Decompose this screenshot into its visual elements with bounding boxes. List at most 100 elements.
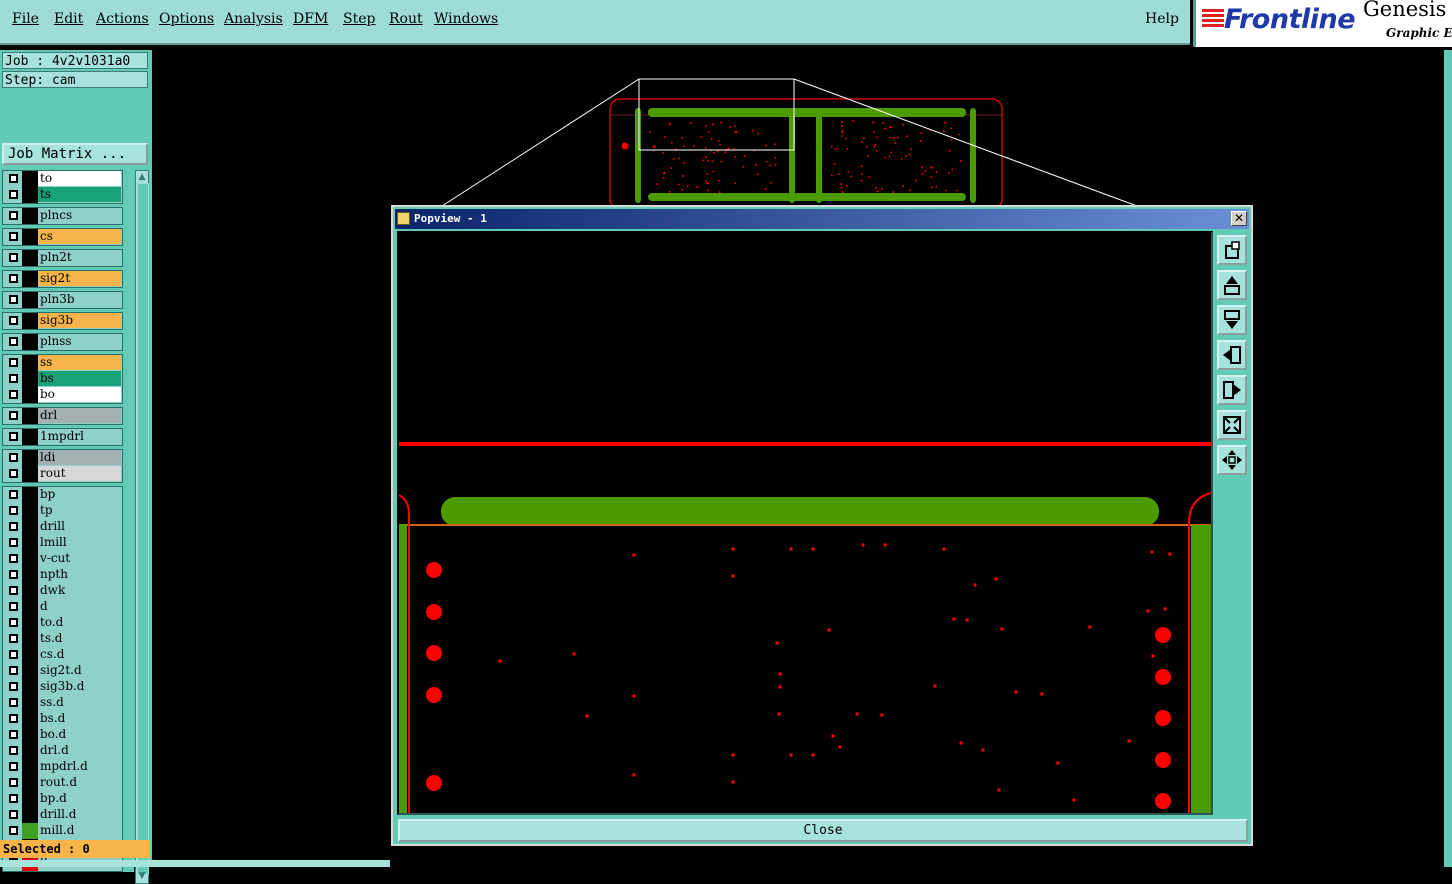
- layer-row-ts.d[interactable]: ts.d: [3, 631, 122, 647]
- layer-name[interactable]: bo.d: [38, 727, 121, 742]
- layer-row-pln2t[interactable]: pln2t: [3, 250, 122, 266]
- layer-color-swatch[interactable]: [22, 663, 38, 679]
- layer-name[interactable]: sig3b: [38, 313, 121, 328]
- layer-list-scrollbar[interactable]: ▲ ▼: [135, 170, 149, 884]
- layer-name[interactable]: drl: [38, 408, 121, 423]
- layer-row-sig3b.d[interactable]: sig3b.d: [3, 679, 122, 695]
- layer-name[interactable]: drill.d: [38, 807, 121, 822]
- layer-row-d[interactable]: d: [3, 599, 122, 615]
- layer-name[interactable]: mpdrl.d: [38, 759, 121, 774]
- layer-color-swatch[interactable]: [22, 743, 38, 759]
- scroll-up-icon[interactable]: ▲: [137, 172, 147, 182]
- layer-checkbox[interactable]: [9, 522, 18, 531]
- menu-dfm[interactable]: DFM: [293, 11, 328, 27]
- layer-row-cs[interactable]: cs: [3, 229, 122, 245]
- layer-checkbox[interactable]: [9, 618, 18, 627]
- layer-name[interactable]: bo: [38, 387, 121, 402]
- pan-up-icon[interactable]: [1217, 270, 1247, 300]
- layer-name[interactable]: rout.d: [38, 775, 121, 790]
- layer-name[interactable]: npth: [38, 567, 121, 582]
- layer-color-swatch[interactable]: [22, 823, 38, 839]
- layer-row-drl[interactable]: drl: [3, 408, 122, 424]
- layer-color-swatch[interactable]: [22, 313, 38, 329]
- scroll-down-icon[interactable]: ▼: [137, 871, 147, 881]
- layer-color-swatch[interactable]: [22, 503, 38, 519]
- menu-step[interactable]: Step: [343, 11, 375, 27]
- layer-checkbox[interactable]: [9, 432, 18, 441]
- layer-row-to[interactable]: to: [3, 171, 122, 187]
- layer-checkbox[interactable]: [9, 538, 18, 547]
- layer-name[interactable]: plncs: [38, 208, 121, 223]
- layer-row-plncs[interactable]: plncs: [3, 208, 122, 224]
- layer-name[interactable]: pln3b: [38, 292, 121, 307]
- layer-checkbox[interactable]: [9, 810, 18, 819]
- layer-name[interactable]: d: [38, 599, 121, 614]
- layer-checkbox[interactable]: [9, 190, 18, 199]
- close-icon[interactable]: ✕: [1231, 211, 1247, 226]
- layer-color-swatch[interactable]: [22, 487, 38, 503]
- layer-color-swatch[interactable]: [22, 551, 38, 567]
- layer-name[interactable]: sig2t.d: [38, 663, 121, 678]
- layer-color-swatch[interactable]: [22, 711, 38, 727]
- layer-name[interactable]: to: [38, 171, 121, 186]
- popview-canvas[interactable]: [397, 231, 1213, 815]
- pan-left-icon[interactable]: [1217, 340, 1247, 370]
- layer-color-swatch[interactable]: [22, 775, 38, 791]
- layer-name[interactable]: bp.d: [38, 791, 121, 806]
- layer-checkbox[interactable]: [9, 337, 18, 346]
- layer-row-bs[interactable]: bs: [3, 371, 122, 387]
- pan-right-icon[interactable]: [1217, 375, 1247, 405]
- layer-checkbox[interactable]: [9, 570, 18, 579]
- layer-color-swatch[interactable]: [22, 727, 38, 743]
- layer-checkbox[interactable]: [9, 211, 18, 220]
- layer-checkbox[interactable]: [9, 826, 18, 835]
- layer-name[interactable]: v-cut: [38, 551, 121, 566]
- menu-actions[interactable]: Actions: [96, 11, 149, 27]
- layer-name[interactable]: to.d: [38, 615, 121, 630]
- layer-checkbox[interactable]: [9, 650, 18, 659]
- layer-row-dwk[interactable]: dwk: [3, 583, 122, 599]
- zoom-home-icon[interactable]: [1217, 445, 1247, 475]
- layer-color-swatch[interactable]: [22, 229, 38, 245]
- layer-checkbox[interactable]: [9, 714, 18, 723]
- layer-color-swatch[interactable]: [22, 429, 38, 445]
- layer-color-swatch[interactable]: [22, 679, 38, 695]
- layer-color-swatch[interactable]: [22, 759, 38, 775]
- layer-row-npth[interactable]: npth: [3, 567, 122, 583]
- layer-row-sig2t[interactable]: sig2t: [3, 271, 122, 287]
- layer-checkbox[interactable]: [9, 358, 18, 367]
- layer-name[interactable]: drill: [38, 519, 121, 534]
- layer-row-sig3b[interactable]: sig3b: [3, 313, 122, 329]
- layer-color-swatch[interactable]: [22, 519, 38, 535]
- layer-name[interactable]: sig3b.d: [38, 679, 121, 694]
- layer-name[interactable]: ts: [38, 187, 121, 202]
- layer-color-swatch[interactable]: [22, 695, 38, 711]
- layer-checkbox[interactable]: [9, 174, 18, 183]
- layer-checkbox[interactable]: [9, 316, 18, 325]
- layer-name[interactable]: bs: [38, 371, 121, 386]
- layer-row-bp[interactable]: bp: [3, 487, 122, 503]
- layer-checkbox[interactable]: [9, 602, 18, 611]
- layer-checkbox[interactable]: [9, 586, 18, 595]
- layer-color-swatch[interactable]: [22, 387, 38, 403]
- layer-color-swatch[interactable]: [22, 647, 38, 663]
- close-button[interactable]: Close: [398, 819, 1248, 842]
- layer-color-swatch[interactable]: [22, 334, 38, 350]
- layer-row-bs.d[interactable]: bs.d: [3, 711, 122, 727]
- menu-options[interactable]: Options: [159, 11, 214, 27]
- menu-windows[interactable]: Windows: [434, 11, 498, 27]
- menu-file[interactable]: File: [12, 11, 39, 27]
- layer-color-swatch[interactable]: [22, 408, 38, 424]
- layer-checkbox[interactable]: [9, 453, 18, 462]
- layer-checkbox[interactable]: [9, 778, 18, 787]
- layer-checkbox[interactable]: [9, 469, 18, 478]
- layer-name[interactable]: 1mpdrl: [38, 429, 121, 444]
- layer-checkbox[interactable]: [9, 554, 18, 563]
- layer-color-swatch[interactable]: [22, 535, 38, 551]
- pan-down-icon[interactable]: [1217, 305, 1247, 335]
- layer-checkbox[interactable]: [9, 253, 18, 262]
- layer-name[interactable]: lmill: [38, 535, 121, 550]
- layer-color-swatch[interactable]: [22, 466, 38, 482]
- layer-color-swatch[interactable]: [22, 271, 38, 287]
- layer-row-tp[interactable]: tp: [3, 503, 122, 519]
